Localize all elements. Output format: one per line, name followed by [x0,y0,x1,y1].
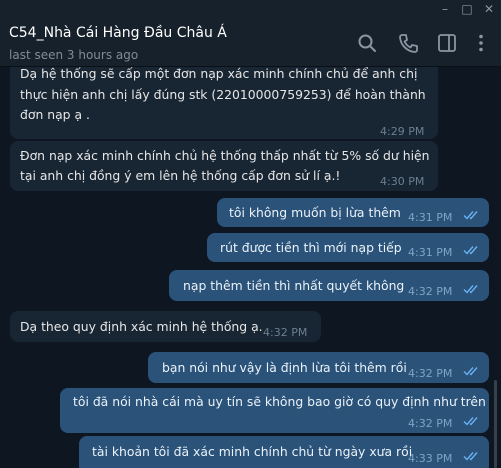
message-time: 4:31 PM [408,246,453,259]
message-incoming[interactable]: Dạ hệ thống sẽ cấp một đơn nạp xác minh … [10,67,438,139]
read-ticks-icon [463,246,478,255]
read-ticks-icon [463,452,478,461]
message-time: 4:32 PM [408,285,453,298]
message-text: đơn nạp ạ . [20,107,90,122]
sidebar-icon[interactable] [436,32,458,54]
message-text: tại anh chị đồng ý em lên hệ thống cấp đ… [20,168,341,183]
message-incoming[interactable]: Đơn nạp xác minh chính chủ hệ thống thấp… [10,141,438,191]
message-outgoing[interactable]: tôi đã nói nhà cái mà uy tín sẽ không ba… [60,388,489,433]
message-text: rút được tiền thì mới nạp tiếp [220,240,402,255]
search-icon[interactable] [356,32,378,54]
chat-header: C54_Nhà Cái Hàng Đầu Châu Á last seen 3 … [0,20,501,67]
chat-title[interactable]: C54_Nhà Cái Hàng Đầu Châu Á [9,25,227,41]
read-ticks-icon [463,211,478,220]
message-time: 4:32 PM [263,326,308,339]
message-text: Dạ theo quy định xác minh hệ thống ạ. [20,319,263,334]
window-titlebar: – □ ✕ [0,0,501,20]
message-time: 4:32 PM [408,367,453,380]
message-text: tôi không muốn bị lừa thêm [229,205,401,220]
message-list[interactable]: Dạ hệ thống sẽ cấp một đơn nạp xác minh … [0,67,501,468]
more-icon[interactable] [470,32,492,54]
read-ticks-icon [463,367,478,376]
message-text: tài khoản tôi đã xác minh chính chủ từ n… [92,444,413,459]
message-outgoing[interactable]: nạp thêm tiền thì nhất quyết không 4:32 … [169,270,489,301]
message-outgoing[interactable]: bạn nói như vậy là định lừa tôi thêm rồi… [148,352,489,383]
message-time: 4:30 PM [380,175,425,188]
message-outgoing[interactable]: rút được tiền thì mới nạp tiếp 4:31 PM [207,233,489,262]
message-time: 4:32 PM [408,417,453,430]
maximize-icon[interactable]: □ [459,1,475,17]
message-outgoing[interactable]: tôi không muốn bị lừa thêm 4:31 PM [217,198,489,227]
chat-status: last seen 3 hours ago [9,48,139,62]
chat-scrollbar[interactable] [494,380,497,468]
message-text: thực hiện anh chị lấy đúng stk (22010000… [20,87,426,102]
message-text: Đơn nạp xác minh chính chủ hệ thống thấp… [20,148,430,163]
message-time: 4:31 PM [408,211,453,224]
phone-icon[interactable] [397,32,419,54]
message-text: bạn nói như vậy là định lừa tôi thêm rồi [162,360,407,375]
message-time: 4:33 PM [408,452,453,465]
read-ticks-icon [463,285,478,294]
close-icon[interactable]: ✕ [481,1,497,17]
minimize-icon[interactable]: – [437,1,453,17]
message-text: nạp thêm tiền thì nhất quyết không [183,278,405,293]
message-incoming[interactable]: Dạ theo quy định xác minh hệ thống ạ. 4:… [10,311,321,342]
message-outgoing[interactable]: tài khoản tôi đã xác minh chính chủ từ n… [79,436,489,468]
message-time: 4:29 PM [380,125,425,138]
message-text: tôi đã nói nhà cái mà uy tín sẽ không ba… [73,394,486,409]
read-ticks-icon [463,417,478,426]
message-text: Dạ hệ thống sẽ cấp một đơn nạp xác minh … [20,67,418,81]
